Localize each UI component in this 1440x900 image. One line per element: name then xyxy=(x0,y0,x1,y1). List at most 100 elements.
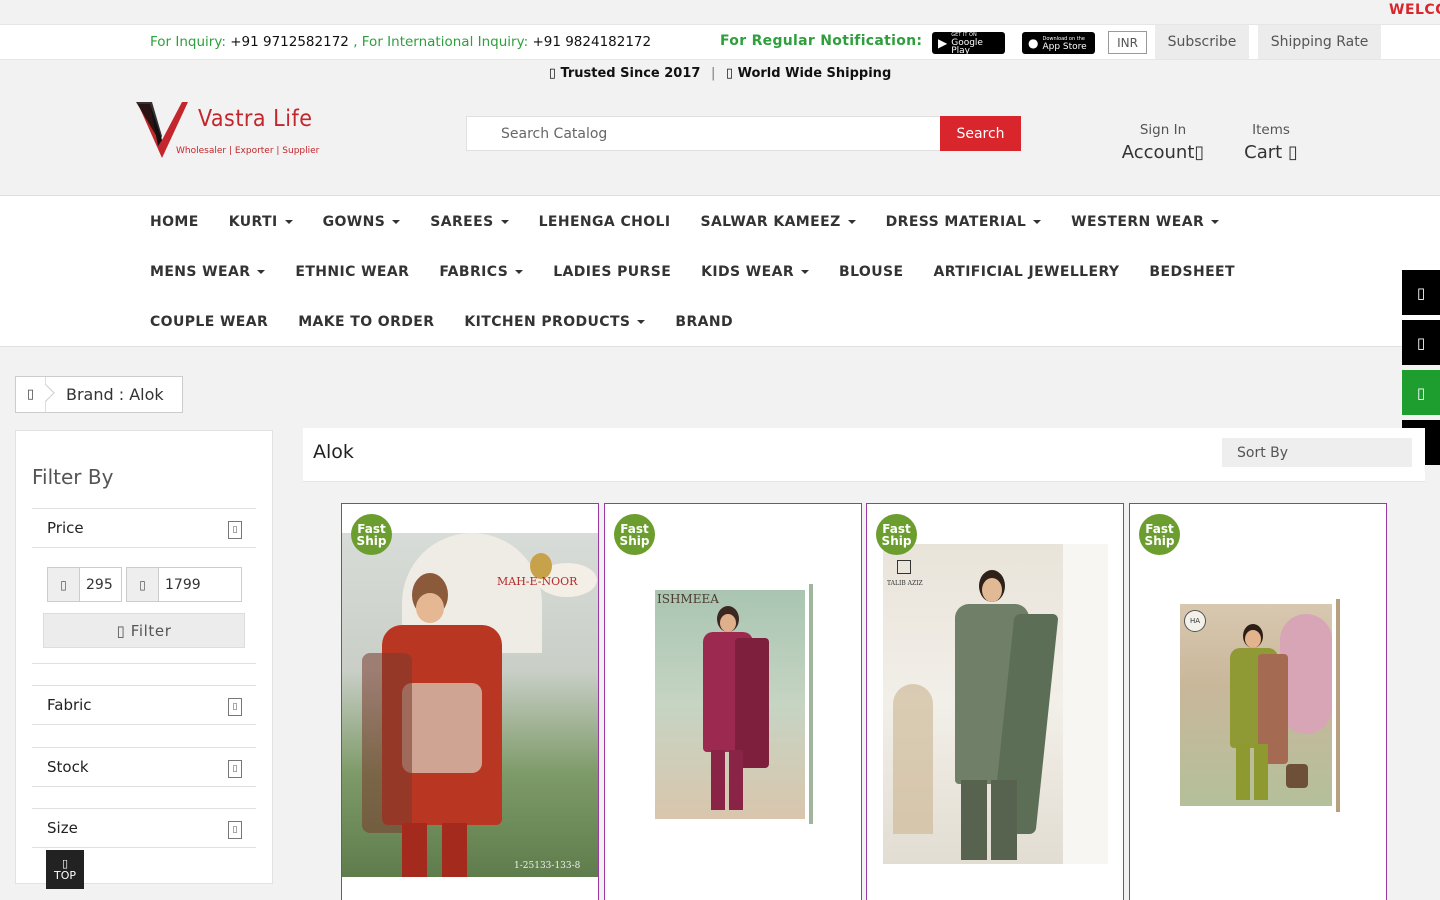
fast-ship-badge: Fast Ship xyxy=(351,514,392,555)
product-image[interactable]: MAH-E-NOOR 1-25133-133-8 xyxy=(342,533,598,877)
user-icon: ▯ xyxy=(1194,142,1205,163)
nav-item-ethnic-wear[interactable]: ETHNIC WEAR xyxy=(295,264,409,280)
instagram-icon[interactable]: ▯ xyxy=(1402,320,1440,365)
nav-item-lehenga-choli[interactable]: LEHENGA CHOLI xyxy=(539,214,671,230)
site-header: ▯ Trusted Since 2017 | ▯ World Wide Ship… xyxy=(0,60,1440,195)
fabric-label: Fabric xyxy=(47,696,92,714)
notification-label: For Regular Notification: xyxy=(720,33,923,49)
search-input[interactable] xyxy=(467,117,941,150)
whatsapp-icon[interactable]: ▯ xyxy=(1402,370,1440,415)
product-card[interactable]: Fast Ship ISHMEEA xyxy=(604,503,862,900)
nav-item-home[interactable]: HOME xyxy=(150,214,199,230)
plus-icon[interactable]: ▯ xyxy=(228,698,242,716)
home-icon[interactable]: ▯ xyxy=(16,377,46,412)
scroll-top-button[interactable]: ▯ TOP xyxy=(46,850,84,889)
price-max-value: 1799 xyxy=(165,576,201,593)
filter-icon: ▯ xyxy=(116,621,126,640)
product-card[interactable]: Fast Ship HA xyxy=(1129,503,1387,900)
filter-size-header[interactable]: Size ▯ xyxy=(32,808,256,848)
top-label: TOP xyxy=(53,868,76,882)
trust-separator: | xyxy=(710,66,716,81)
app-store-line2: App Store xyxy=(1042,42,1087,52)
facebook-icon[interactable]: ▯ xyxy=(1402,270,1440,315)
fast-ship-badge: Fast Ship xyxy=(614,514,655,555)
product-brand-text: ISHMEEA xyxy=(657,592,719,606)
nav-item-bedsheet[interactable]: BEDSHEET xyxy=(1149,264,1235,280)
plus-icon[interactable]: ▯ xyxy=(228,821,242,839)
items-label: Items xyxy=(1252,122,1290,138)
product-card[interactable]: Fast Ship TALIB AZIZ xyxy=(866,503,1124,900)
stock-label: Stock xyxy=(47,758,89,776)
nav-item-kitchen-products[interactable]: KITCHEN PRODUCTS xyxy=(464,314,646,330)
sort-by-select[interactable]: Sort By xyxy=(1222,438,1412,467)
nav-item-brand[interactable]: BRAND xyxy=(675,314,733,330)
nav-item-couple-wear[interactable]: COUPLE WEAR xyxy=(150,314,268,330)
site-logo[interactable]: Vastra Life Wholesaler | Exporter | Supp… xyxy=(136,100,319,162)
app-store-badge[interactable]: ● Download on the App Store xyxy=(1022,32,1095,54)
plus-icon[interactable]: ▯ xyxy=(228,521,242,539)
nav-item-mens-wear[interactable]: MENS WEAR xyxy=(150,264,266,280)
size-label: Size xyxy=(47,819,78,837)
trust-strip: ▯ Trusted Since 2017 | ▯ World Wide Ship… xyxy=(0,66,1440,81)
product-image[interactable]: TALIB AZIZ xyxy=(883,544,1108,864)
price-label: Price xyxy=(47,519,84,537)
divider xyxy=(32,663,256,664)
price-min-field[interactable]: ▯ 295 xyxy=(47,567,122,602)
nav-item-artificial-jewellery[interactable]: ARTIFICIAL JEWELLERY xyxy=(933,264,1119,280)
marquee-text: WELCO xyxy=(1389,2,1440,18)
nav-item-salwar-kameez[interactable]: SALWAR KAMEEZ xyxy=(700,214,856,230)
breadcrumb-current: Brand : Alok xyxy=(66,385,164,404)
product-brand-text: MAH-E-NOOR xyxy=(497,575,578,588)
filter-stock-header[interactable]: Stock ▯ xyxy=(32,747,256,787)
filter-title: Filter By xyxy=(32,465,114,489)
nav-item-kurti[interactable]: KURTI xyxy=(229,214,293,230)
nav-item-ladies-purse[interactable]: LADIES PURSE xyxy=(553,264,671,280)
intl-inquiry-number[interactable]: +91 9824182172 xyxy=(532,34,651,50)
breadcrumb: ▯ Brand : Alok xyxy=(15,376,183,413)
inquiry-label: For Inquiry: xyxy=(150,34,226,50)
main-navigation: HOME KURTI GOWNS SAREES LEHENGA CHOLI SA… xyxy=(0,195,1440,347)
filter-price-header[interactable]: Price ▯ xyxy=(32,508,256,548)
globe-icon: ▯ xyxy=(725,66,734,81)
subscribe-button[interactable]: Subscribe xyxy=(1155,25,1249,59)
plus-icon[interactable]: ▯ xyxy=(228,760,242,778)
inquiry-number[interactable]: +91 9712582172 xyxy=(230,34,349,50)
shipping-rate-button[interactable]: Shipping Rate xyxy=(1258,25,1381,59)
caret-down-icon xyxy=(1211,220,1220,224)
caret-down-icon xyxy=(500,220,509,224)
product-image-edge xyxy=(1336,599,1340,812)
fast-ship-badge: Fast Ship xyxy=(876,514,917,555)
filter-button[interactable]: ▯ Filter xyxy=(43,613,245,648)
caret-down-icon xyxy=(515,270,524,274)
welcome-marquee: WELCO xyxy=(0,0,1440,24)
nav-item-dress-material[interactable]: DRESS MATERIAL xyxy=(886,214,1042,230)
nav-item-sarees[interactable]: SAREES xyxy=(430,214,509,230)
google-play-line2: Google Play xyxy=(951,38,983,56)
nav-row-2: MENS WEAR ETHNIC WEAR FABRICS LADIES PUR… xyxy=(150,264,1235,280)
nav-item-make-to-order[interactable]: MAKE TO ORDER xyxy=(298,314,434,330)
sign-in-label: Sign In xyxy=(1139,122,1187,138)
product-image[interactable]: ISHMEEA xyxy=(655,590,805,819)
product-card[interactable]: Fast Ship MAH-E-NOOR 1-25133-133-8 xyxy=(341,503,599,900)
logo-name: Vastra Life xyxy=(198,106,313,132)
account-link[interactable]: Sign In Account▯ xyxy=(1104,122,1222,163)
cart-label: Cart xyxy=(1244,142,1283,163)
rupee-icon: ▯ xyxy=(127,568,159,601)
caret-down-icon xyxy=(257,270,266,274)
cart-link[interactable]: Items Cart ▯ xyxy=(1226,122,1316,163)
currency-selector[interactable]: INR xyxy=(1108,31,1147,54)
nav-item-gowns[interactable]: GOWNS xyxy=(323,214,401,230)
top-info-bar: For Inquiry: +91 9712582172 , For Intern… xyxy=(0,24,1440,60)
google-play-badge[interactable]: ▶ GET IT ON Google Play xyxy=(932,32,1005,56)
caret-down-icon xyxy=(637,320,646,324)
listing-header: Alok Sort By xyxy=(303,428,1425,482)
nav-item-blouse[interactable]: BLOUSE xyxy=(839,264,903,280)
nav-item-fabrics[interactable]: FABRICS xyxy=(439,264,524,280)
shield-icon: ▯ xyxy=(548,66,556,81)
search-button[interactable]: Search xyxy=(940,116,1021,151)
product-image[interactable]: HA xyxy=(1180,604,1332,806)
nav-item-kids-wear[interactable]: KIDS WEAR xyxy=(701,264,810,280)
filter-fabric-header[interactable]: Fabric ▯ xyxy=(32,685,256,725)
nav-item-western-wear[interactable]: WESTERN WEAR xyxy=(1071,214,1220,230)
price-max-field[interactable]: ▯ 1799 xyxy=(126,567,242,602)
